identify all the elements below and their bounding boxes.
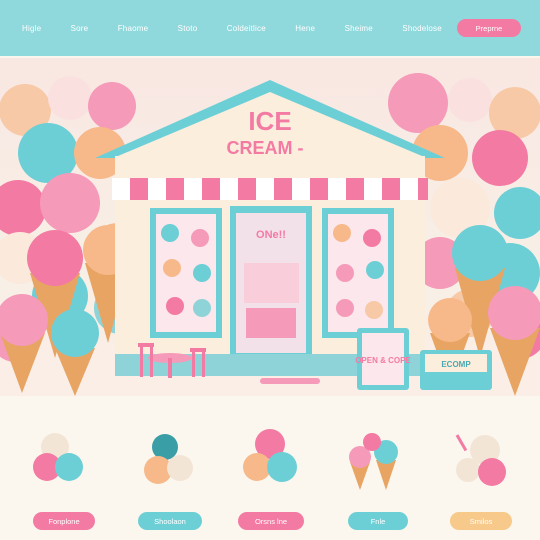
nav-item-1[interactable]: Higle xyxy=(22,24,41,33)
shop-sign-line2: CREAM - xyxy=(227,138,304,158)
nav-item-5[interactable]: Coldeitlice xyxy=(227,24,266,33)
card-button-4[interactable]: Fnle xyxy=(348,512,408,530)
menu-board-text: OPEN & COPE xyxy=(355,356,411,365)
product-card-1[interactable]: Fonplone xyxy=(25,422,105,534)
card-button-3[interactable]: Orsns lne xyxy=(238,512,304,530)
top-navigation-bar: Higle Sore Fhaome Stoto Coldeitlice Hene… xyxy=(0,0,540,56)
shop-sign-line1: ICE xyxy=(248,106,291,136)
nav-cta-button[interactable]: Preprne xyxy=(457,19,521,37)
side-board-icon xyxy=(420,350,492,390)
awning-icon xyxy=(112,178,428,200)
product-card-5[interactable]: Smilos xyxy=(440,422,520,534)
card-button-2[interactable]: Shoolaon xyxy=(138,512,202,530)
ice-cream-bowl-icon xyxy=(144,434,193,484)
nav-item-7[interactable]: Sheime xyxy=(345,24,373,33)
nav-item-4[interactable]: Stoto xyxy=(178,24,198,33)
nav-item-3[interactable]: Fhaome xyxy=(118,24,149,33)
nav-item-6[interactable]: Hene xyxy=(295,24,315,33)
door-sign: ONe!! xyxy=(256,229,286,241)
product-cards-section: Fonplone Shoolaon Orsns lne Fnle Smilos xyxy=(0,400,540,540)
product-card-2[interactable]: Shoolaon xyxy=(130,422,210,534)
hero-illustration: ICE CREAM - ONe!! OPEN & COPE ECOMP xyxy=(0,58,540,396)
ice-cream-stack-icon xyxy=(243,429,297,482)
nav-menu: Higle Sore Fhaome Stoto Coldeitlice Hene… xyxy=(22,24,442,33)
ice-cream-shop-scene: ICE CREAM - ONe!! OPEN & COPE ECOMP xyxy=(0,73,540,396)
ice-cream-scoops-icon xyxy=(33,433,83,481)
product-card-4[interactable]: Fnle xyxy=(340,422,420,534)
card-button-1[interactable]: Fonplone xyxy=(33,512,95,530)
card-button-5[interactable]: Smilos xyxy=(450,512,512,530)
ice-cream-cones-icon xyxy=(349,433,398,490)
side-board-text: ECOMP xyxy=(441,360,471,369)
product-card-3[interactable]: Orsns lne xyxy=(232,422,312,534)
nav-item-2[interactable]: Sore xyxy=(71,24,89,33)
nav-item-8[interactable]: Shodelose xyxy=(402,24,442,33)
ice-cream-sundae-icon xyxy=(455,434,506,486)
